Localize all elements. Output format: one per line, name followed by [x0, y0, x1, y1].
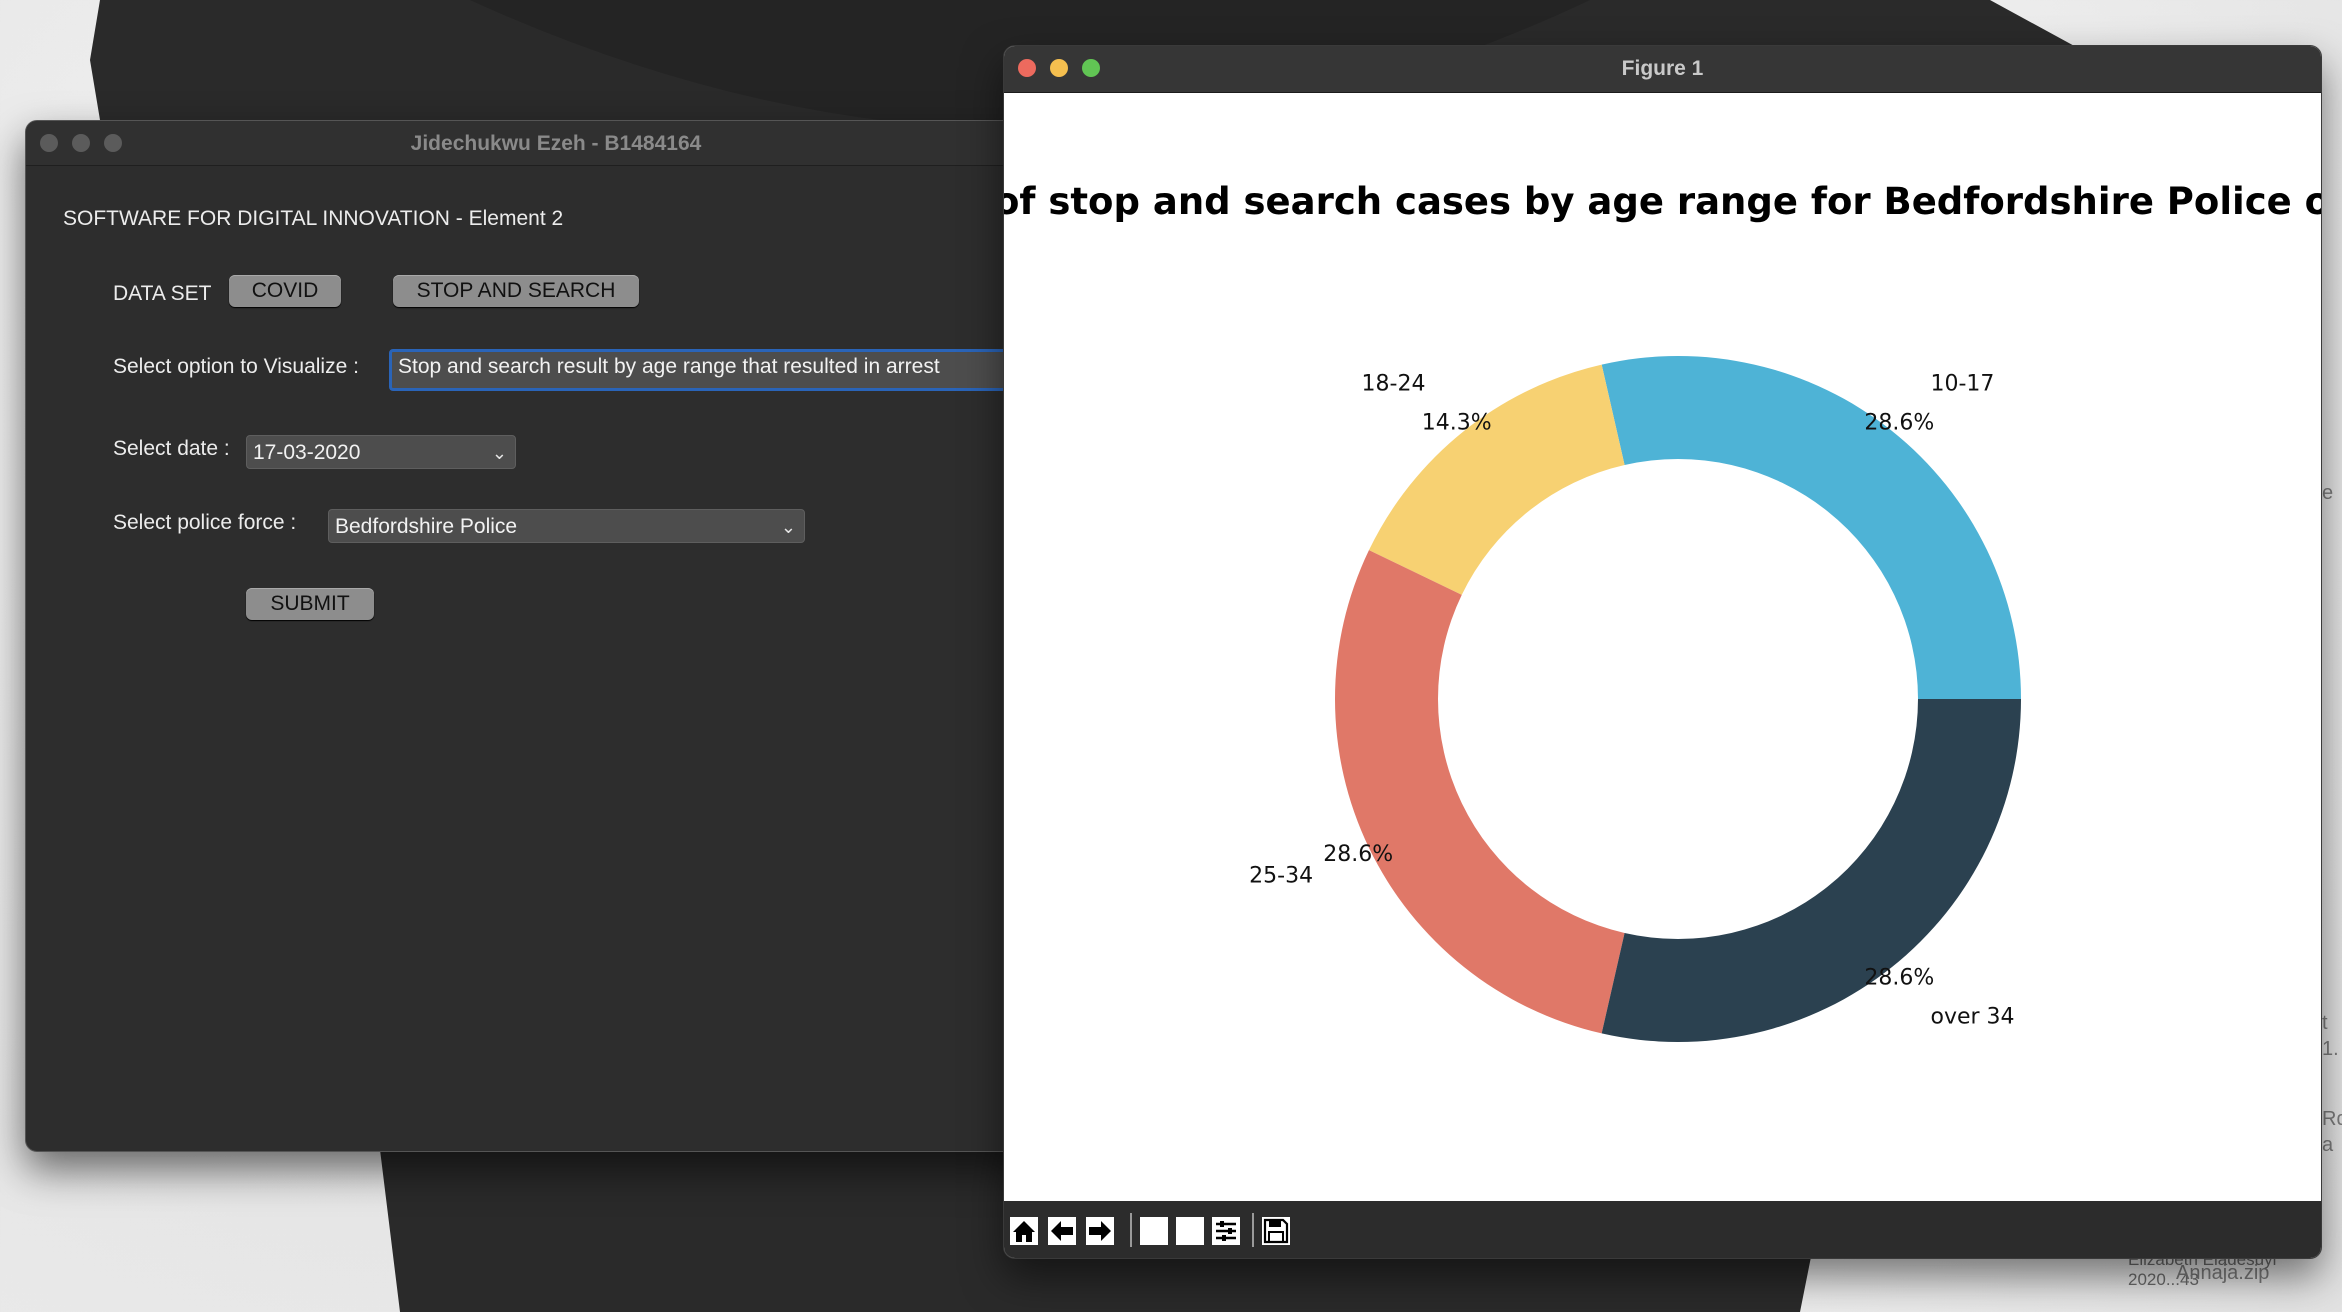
- submit-button[interactable]: SUBMIT: [246, 588, 374, 620]
- figure-title: Figure 1: [1621, 57, 1704, 80]
- window-titlebar[interactable]: Jidechukwu Ezeh - B1484164: [26, 121, 1086, 166]
- visualize-option-value: Stop and search result by age range that…: [398, 355, 940, 378]
- home-icon[interactable]: [1008, 1215, 1040, 1247]
- pan-icon[interactable]: [1138, 1215, 1170, 1247]
- figure-titlebar[interactable]: Figure 1: [1004, 46, 2321, 93]
- app-heading: SOFTWARE FOR DIGITAL INNOVATION - Elemen…: [63, 207, 564, 230]
- date-select[interactable]: 17-03-2020 ⌄: [246, 435, 516, 469]
- slice-percentage-label: 28.6%: [1864, 410, 1934, 435]
- stop-and-search-button[interactable]: STOP AND SEARCH: [393, 275, 639, 307]
- app-window: Jidechukwu Ezeh - B1484164 SOFTWARE FOR …: [25, 120, 1087, 1152]
- data-set-label: DATA SET: [113, 282, 212, 305]
- pie-slice: [1368, 364, 1625, 595]
- desktop-file-label: Rd: [2322, 1108, 2342, 1130]
- slice-percentage-label: 28.6%: [1864, 966, 1934, 991]
- desktop-file-label: Annaja.zip: [2176, 1262, 2270, 1284]
- police-force-value: Bedfordshire Police: [335, 515, 518, 538]
- chevron-down-icon: ⌄: [780, 517, 796, 537]
- visualize-option-select[interactable]: Stop and search result by age range that…: [389, 349, 1086, 391]
- slice-label: over 34: [1931, 1005, 2015, 1030]
- save-icon[interactable]: [1260, 1215, 1292, 1247]
- donut-chart: of stop and search cases by age range fo…: [1004, 180, 2321, 1042]
- figure-toolbar: [1004, 1201, 2321, 1258]
- date-label: Select date :: [113, 437, 230, 460]
- visualize-label: Select option to Visualize :: [113, 355, 359, 378]
- desktop-file-label: 1.: [2322, 1038, 2339, 1060]
- toolbar-separator: [1252, 1213, 1254, 1247]
- toolbar-separator: [1130, 1213, 1132, 1247]
- desktop-file-label: a: [2322, 1134, 2334, 1156]
- slice-label: 10-17: [1931, 371, 1995, 396]
- pie-slice: [1335, 550, 1625, 1034]
- slice-label: 25-34: [1249, 864, 1313, 889]
- covid-button[interactable]: COVID: [229, 275, 341, 307]
- chart-title: of stop and search cases by age range fo…: [1004, 180, 2321, 223]
- pie-slice: [1601, 356, 2021, 699]
- back-arrow-icon[interactable]: [1046, 1215, 1078, 1247]
- slice-percentage-label: 28.6%: [1323, 842, 1393, 867]
- desktop-file-label: t: [2322, 1012, 2328, 1034]
- forward-arrow-icon[interactable]: [1084, 1215, 1116, 1247]
- plot-canvas[interactable]: of stop and search cases by age range fo…: [1004, 93, 2321, 1201]
- zoom-icon[interactable]: [1174, 1215, 1206, 1247]
- configure-subplots-icon[interactable]: [1210, 1215, 1242, 1247]
- desktop-file-label: e: [2322, 482, 2334, 504]
- slice-label: 18-24: [1362, 371, 1426, 396]
- slice-percentage-label: 14.3%: [1422, 410, 1492, 435]
- chevron-down-icon: ⌄: [491, 443, 507, 463]
- police-force-label: Select police force :: [113, 511, 297, 534]
- figure-window: Figure 1 of stop and search cases by age…: [1003, 45, 2322, 1259]
- pie-slice: [1601, 699, 2021, 1042]
- date-value: 17-03-2020: [253, 441, 361, 464]
- window-title: Jidechukwu Ezeh - B1484164: [410, 132, 702, 155]
- police-force-select[interactable]: Bedfordshire Police ⌄: [328, 509, 805, 543]
